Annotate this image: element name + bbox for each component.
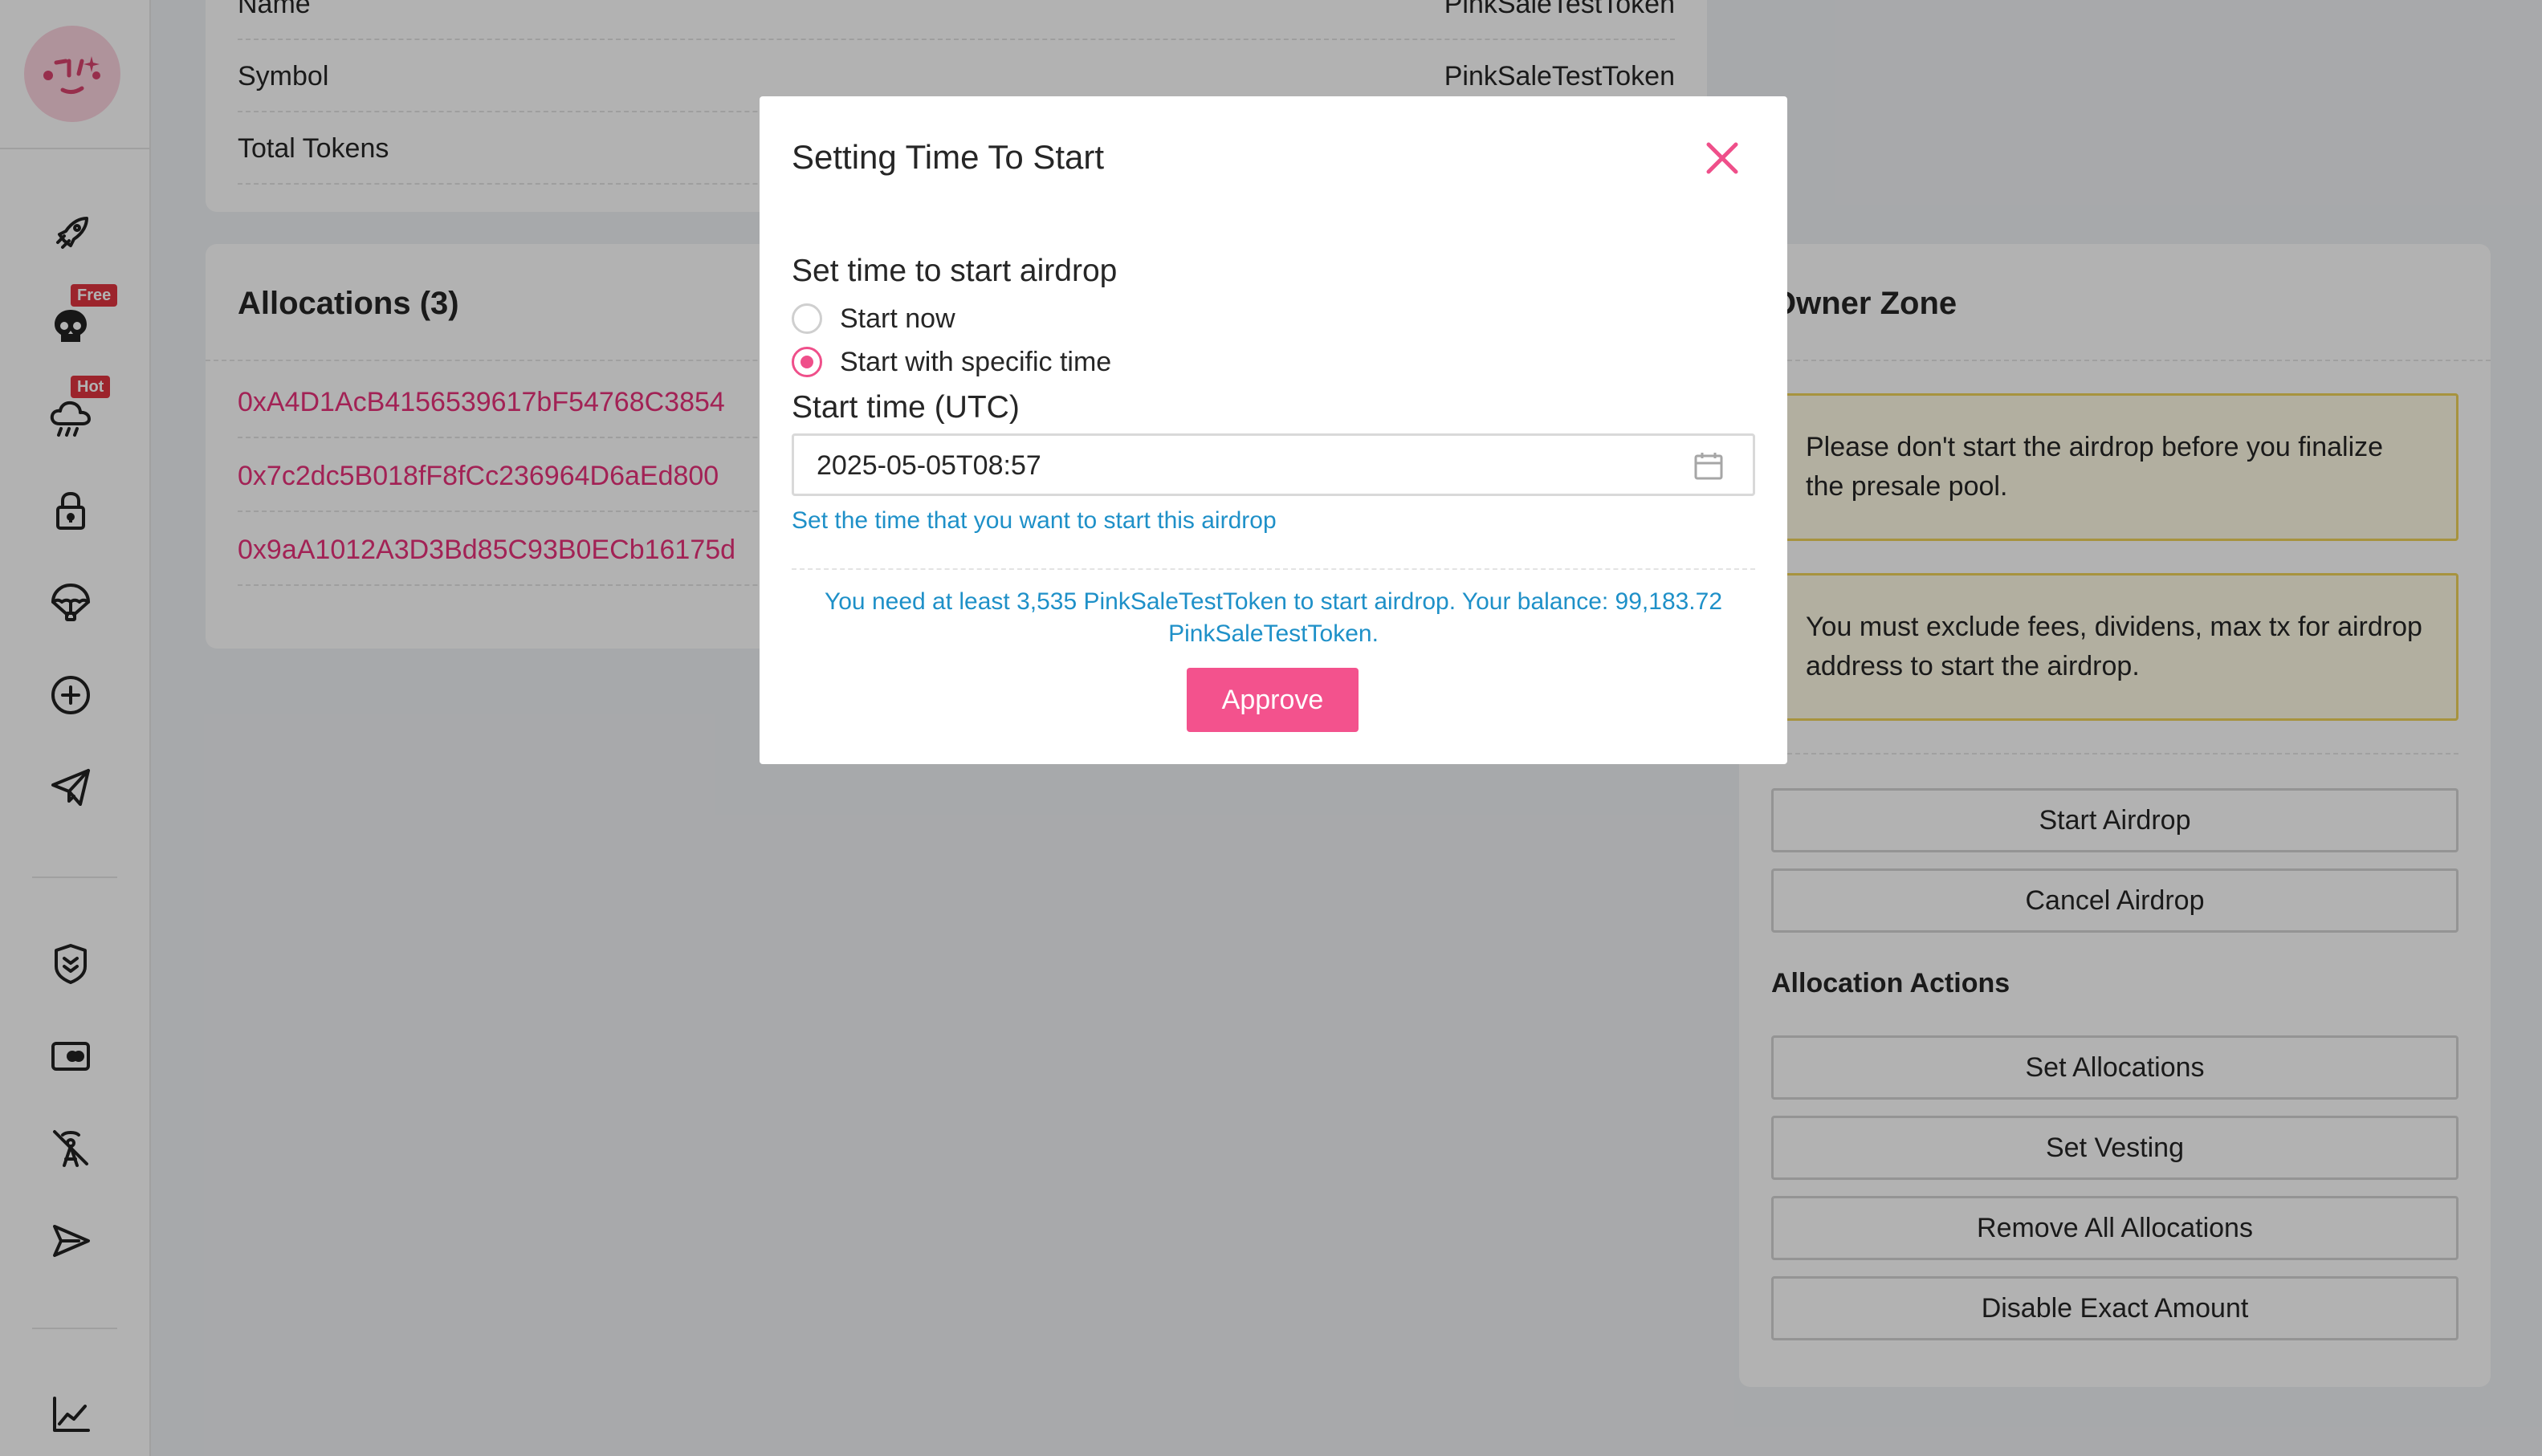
start-now-label: Start now <box>840 303 955 334</box>
balance-notice-line: PinkSaleTestToken. <box>1168 620 1379 647</box>
close-icon[interactable] <box>1704 140 1741 177</box>
modal-title: Setting Time To Start <box>792 138 1105 176</box>
start-specific-time-option[interactable]: Start with specific time <box>792 344 1193 380</box>
modal-divider <box>792 568 1755 570</box>
start-time-input[interactable] <box>817 447 1660 484</box>
start-specific-time-radio[interactable] <box>792 347 822 377</box>
start-now-radio[interactable] <box>792 303 822 334</box>
approve-button[interactable]: Approve <box>1187 668 1359 732</box>
start-time-help-text: Set the time that you want to start this… <box>792 507 1277 534</box>
calendar-icon[interactable] <box>1693 452 1724 481</box>
setting-time-modal: Setting Time To Start Set time to start … <box>760 96 1787 764</box>
balance-notice: You need at least 3,535 PinkSaleTestToke… <box>792 586 1755 650</box>
set-time-label: Set time to start airdrop <box>792 254 1118 288</box>
balance-notice-line: You need at least 3,535 PinkSaleTestToke… <box>824 588 1723 615</box>
start-specific-time-label: Start with specific time <box>840 347 1112 377</box>
start-time-field[interactable] <box>792 433 1755 496</box>
start-time-label: Start time (UTC) <box>792 390 1020 425</box>
start-now-option[interactable]: Start now <box>792 300 1113 337</box>
